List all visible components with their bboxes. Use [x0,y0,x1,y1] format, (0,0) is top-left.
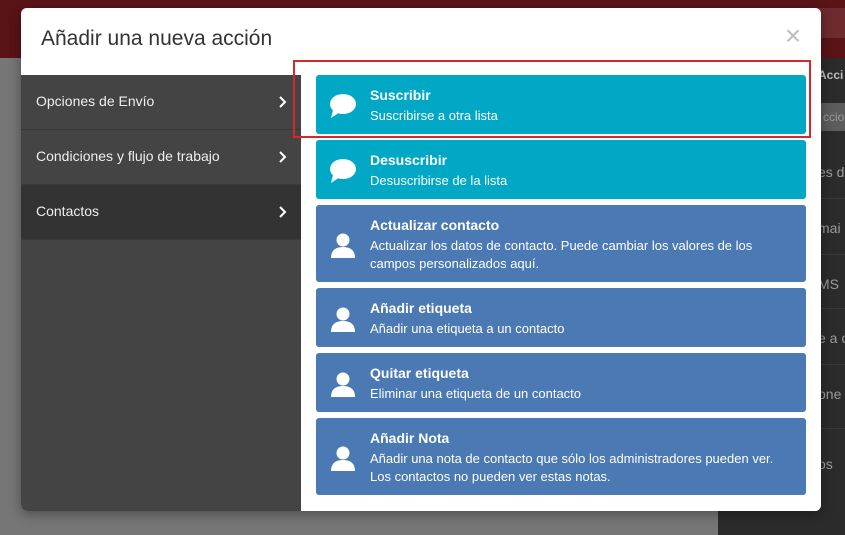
action-card-quitar-etiqueta[interactable]: Quitar etiqueta Eliminar una etiqueta de… [316,353,806,412]
chevron-right-icon [279,96,287,108]
action-description: Eliminar una etiqueta de un contacto [370,386,582,401]
divider [817,198,845,199]
speech-bubble-icon [330,159,356,183]
action-title: Añadir Nota [370,430,450,446]
action-card-desuscribir[interactable]: Desuscribir Desuscribirse de la lista [316,140,806,199]
user-icon [331,307,355,332]
sidebar-item-label: Contactos [36,203,100,219]
divider [817,364,845,365]
sidebar-item-condiciones-flujo[interactable]: Condiciones y flujo de trabajo [21,130,301,185]
user-icon [331,372,355,397]
action-title: Quitar etiqueta [370,365,469,381]
action-description: Actualizar los datos de contacto. Puede … [370,238,753,271]
speech-bubble-icon [330,94,356,118]
action-description: Añadir una etiqueta a un contacto [370,321,565,336]
background-panel-item: e a c [818,330,845,346]
action-title: Desuscribir [370,152,448,168]
divider [817,428,845,429]
close-icon[interactable]: × [780,22,806,52]
action-card-anadir-nota[interactable]: Añadir Nota Añadir una nota de contacto … [316,418,806,495]
action-description: Desuscribirse de la lista [370,173,508,188]
action-description: Suscribirse a otra lista [370,108,498,123]
background-search-input: ccio [817,103,845,131]
background-panel-header: Acci [818,68,844,82]
action-category-sidebar: Opciones de Envío Condiciones y flujo de… [21,75,301,511]
sidebar-item-label: Condiciones y flujo de trabajo [36,148,220,164]
sidebar-item-label: Opciones de Envío [36,93,155,109]
user-icon [331,233,355,258]
action-card-anadir-etiqueta[interactable]: Añadir etiqueta Añadir una etiqueta a un… [316,288,806,347]
action-card-suscribir[interactable]: Suscribir Suscribirse a otra lista [316,75,806,134]
action-list: Suscribir Suscribirse a otra lista Desus… [301,75,821,511]
background-panel-item: MS [818,276,839,292]
divider [817,254,845,255]
user-icon [331,446,355,471]
action-title: Añadir etiqueta [370,300,472,316]
add-action-modal: Añadir una nueva acción × Opciones de En… [21,8,821,511]
background-panel-item: es d [818,164,845,180]
action-description: Añadir una nota de contacto que sólo los… [370,451,774,484]
action-title: Suscribir [370,87,431,103]
sidebar-item-contactos[interactable]: Contactos [21,185,301,240]
modal-title: Añadir una nueva acción [41,27,273,50]
background-panel-item: one [818,386,842,402]
sidebar-item-opciones-de-envio[interactable]: Opciones de Envío [21,75,301,130]
background-panel-item: mai [818,220,841,236]
chevron-right-icon [279,151,287,163]
divider [817,308,845,309]
chevron-right-icon [279,206,287,218]
modal-header: Añadir una nueva acción × [21,8,821,75]
action-card-actualizar-contacto[interactable]: Actualizar contacto Actualizar los datos… [316,205,806,282]
action-title: Actualizar contacto [370,217,500,233]
